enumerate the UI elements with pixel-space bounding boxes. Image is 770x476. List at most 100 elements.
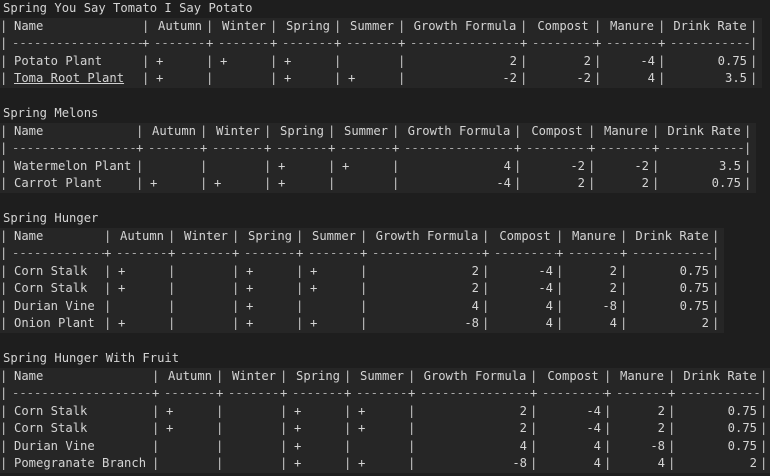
column-separator: + [668,386,676,400]
column-separator: | [760,456,768,470]
column-separator: | [620,281,628,295]
table-row[interactable]: | Toma Root Plant | + | | + | + | -2 | -2 | 4 | 3.5 | [0,70,762,88]
column-separator: | [556,263,564,278]
value-cell: -4 [496,176,511,190]
column-separator: | [280,368,288,383]
plant-name-cell: Durian Vine [14,438,95,453]
value-cell: -4 [586,403,601,418]
table-row[interactable]: | Corn Stalk | + | | + | + | 2 | -4 | 2 | 0.75 | [0,263,724,281]
value-cell: 2 [471,281,479,295]
column-separator: | [104,281,112,295]
column-separator: | [168,298,176,313]
table-row[interactable]: | Carrot Plant | + | + | + | | -4 | 2 | 2 | 0.75 | [0,175,756,193]
column-separator: | [620,228,628,243]
divider-segment: ---------------------------------------- [116,246,168,260]
table-row[interactable]: | Potato Plant | + | + | + | | 2 | 2 | -4 | 0.75 | [0,53,762,71]
table-divider: |---------------------------------------… [0,245,724,263]
value-cell: 2 [583,53,591,68]
table-row[interactable]: | Corn Stalk | + | | + | + | 2 | -4 | 2 | 0.75 | [0,403,770,421]
column-separator: | [760,421,768,435]
table-row[interactable]: | Corn Stalk | + | | + | + | 2 | -4 | 2 | 0.75 | [0,420,770,438]
column-separator: | [658,53,666,68]
divider-segment: ---------------------------------------- [292,386,344,400]
plant-name-cell: Corn Stalk [14,403,88,418]
column-separator: | [482,281,490,295]
column-separator: | [136,158,144,173]
divider-segment: ---------------------------------------- [12,141,136,155]
column-separator: | [0,403,8,418]
column-separator: | [482,263,490,278]
column-separator: | [712,316,720,330]
value-cell: + [166,421,174,435]
value-cell: 0.75 [717,53,747,68]
column-separator: | [530,438,538,453]
column-separator: | [0,71,8,85]
column-separator: + [334,36,342,50]
column-separator: | [620,316,628,330]
column-header: Name [14,18,44,33]
divider-segment: ---------------------------------------- [276,141,328,155]
table-row[interactable]: | Durian Vine | | | + | | 4 | 4 | -8 | 0.75 | [0,298,724,316]
table-divider: |---------------------------------------… [0,35,762,53]
value-cell: + [118,263,126,278]
column-separator: + [152,386,160,400]
column-separator: + [328,141,336,155]
column-separator: | [344,403,352,418]
plant-name-cell: Carrot Plant [14,176,103,190]
column-separator: | [0,386,8,400]
divider-segment: ---------------------------------------- [282,36,334,50]
value-cell: 0.75 [727,403,757,418]
column-separator: | [658,18,666,33]
column-separator: | [232,228,240,243]
column-separator: + [556,246,564,260]
ascii-table: | Name | Autumn | Winter | Spring | Summer | Growth… [0,367,770,473]
table-row[interactable]: | Onion Plant | + | | + | + | -8 | 4 | 4 | 2 | [0,315,724,333]
column-separator: | [750,71,758,85]
table-divider: | ---------------------------------------… [0,385,770,403]
column-header: Drink Rate [667,123,741,138]
column-header: Compost [499,228,551,243]
column-separator: | [594,53,602,68]
column-header: Growth Formula [423,368,527,383]
column-separator: | [514,123,522,138]
value-cell: -2 [502,71,517,85]
value-cell: + [278,176,286,190]
table-row[interactable]: | Durian Vine | | | + | | 4 | 4 | -8 | 0.75 | [0,438,770,456]
column-separator: + [280,386,288,400]
column-separator: | [482,316,490,330]
divider-segment: ---------------------------------------- [356,386,408,400]
column-separator: | [0,18,8,33]
column-header: Growth Formula [413,18,517,33]
column-separator: | [296,298,304,313]
value-cell: + [310,263,318,278]
table-row[interactable]: | Corn Stalk | + | | + | + | 2 | -4 | 2 | 0.75 | [0,280,724,298]
column-separator: | [216,368,224,383]
terminal-window[interactable]: Spring You Say Tomato I Say Potato | Name |… [0,0,770,476]
table-header-row: | Name | Autumn | Winter | Spring | Summer | Growth… [0,368,770,386]
value-cell: + [310,316,318,330]
column-separator: + [482,246,490,260]
value-cell: -2 [570,158,585,173]
column-separator: | [264,176,272,190]
value-cell: 4 [545,298,553,313]
column-separator: | [658,71,666,85]
column-separator: | [604,438,612,453]
column-separator: | [482,228,490,243]
column-separator: + [136,141,144,155]
value-cell [180,315,232,333]
column-separator: | [328,158,336,173]
value-cell: + [246,281,254,295]
column-separator: | [168,281,176,295]
column-separator: | [760,386,768,400]
plant-name-cell: Corn Stalk [14,263,88,278]
column-separator: | [530,403,538,418]
table-row[interactable]: | Watermelon Plant | | | + | + | 4 | -2 | -2 | 3.5 | [0,158,756,176]
plant-name-cell: Potato Plant [14,53,103,68]
column-separator: | [152,438,160,453]
table-row[interactable]: | Pomegranate Branch | | | + | + | -8 | 4 | 4 | 2 | [0,455,770,473]
value-cell: + [118,316,126,330]
column-header: Name [14,123,44,138]
column-separator: | [0,123,8,138]
value-cell: 2 [471,263,479,278]
column-header: Manure [609,18,655,33]
